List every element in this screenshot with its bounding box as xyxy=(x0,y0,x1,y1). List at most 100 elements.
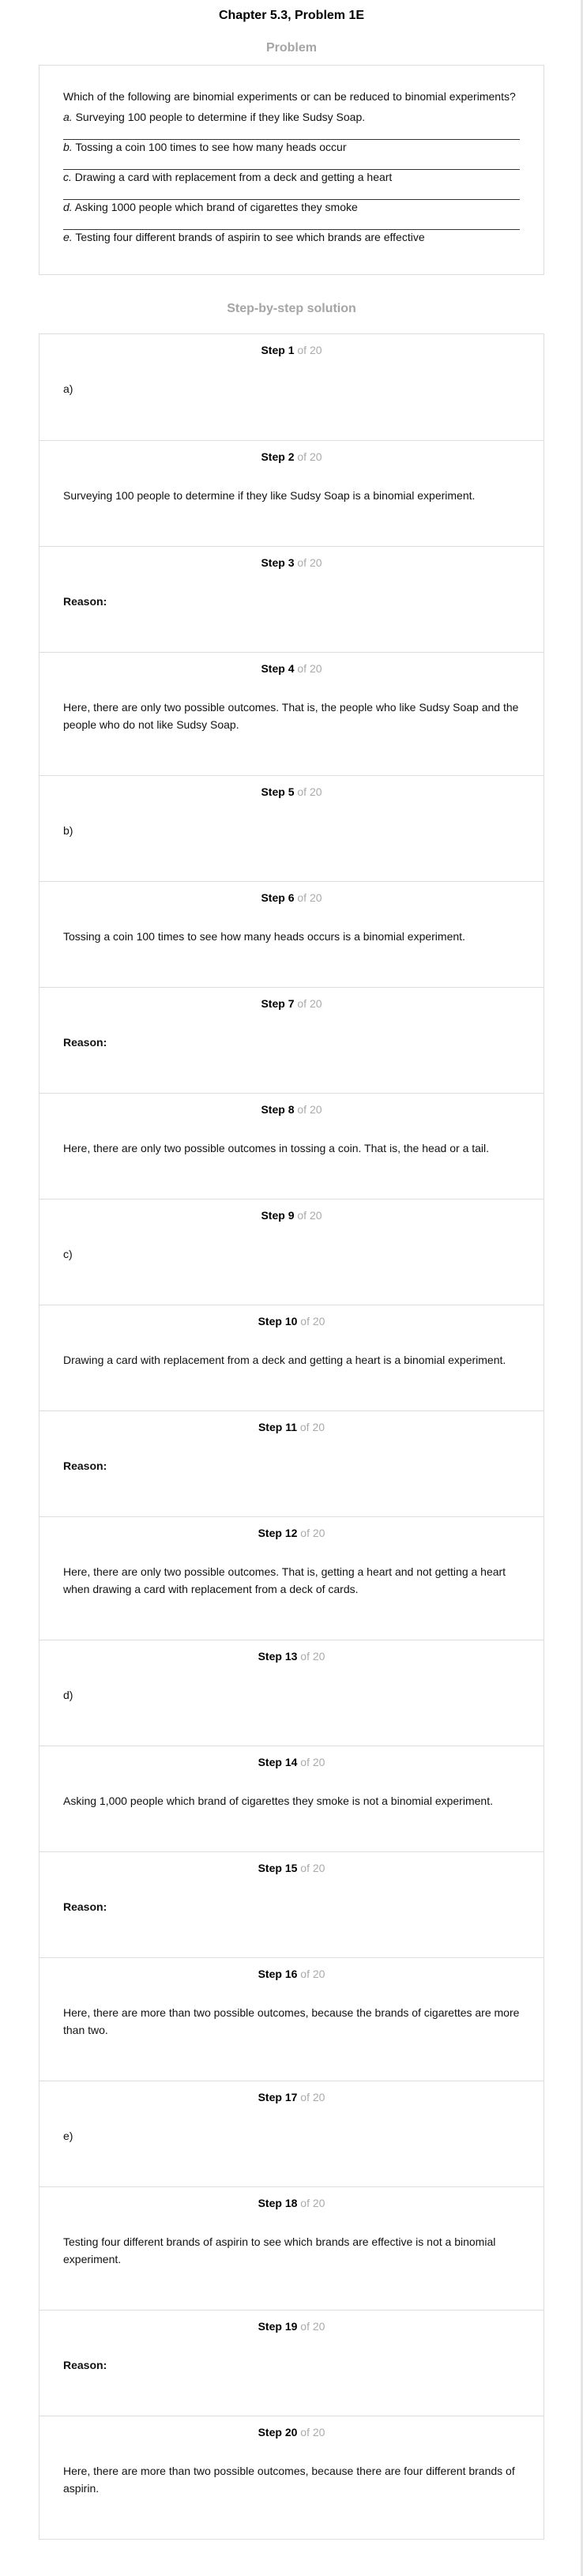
step-total: of 20 xyxy=(300,1756,325,1768)
step-total: of 20 xyxy=(297,1103,322,1116)
step-19: Step 19 of 20 Reason: xyxy=(39,2310,544,2416)
step-label: Step 20 xyxy=(258,2426,298,2439)
step-text: b) xyxy=(63,824,73,837)
option-text: Testing four different brands of aspirin… xyxy=(72,231,425,243)
step-text: Surveying 100 people to determine if the… xyxy=(63,489,476,502)
step-total: of 20 xyxy=(297,997,322,1010)
step-header: Step 1 of 20 xyxy=(63,344,520,360)
step-total: of 20 xyxy=(297,344,322,356)
solution-heading: Step-by-step solution xyxy=(227,302,356,315)
step-header: Step 19 of 20 xyxy=(63,2320,520,2336)
step-label: Step 9 xyxy=(261,1209,295,1222)
step-2: Step 2 of 20 Surveying 100 people to det… xyxy=(39,440,544,546)
step-text: Reason: xyxy=(63,595,107,608)
step-header: Step 7 of 20 xyxy=(63,997,520,1013)
step-label: Step 2 xyxy=(261,450,295,463)
page-title: Chapter 5.3, Problem 1E xyxy=(218,9,365,22)
step-header: Step 12 of 20 xyxy=(63,1527,520,1542)
step-header: Step 3 of 20 xyxy=(63,556,520,572)
step-label: Step 7 xyxy=(261,997,295,1010)
step-text: Here, there are only two possible outcom… xyxy=(63,1142,490,1154)
step-17: Step 17 of 20 e) xyxy=(39,2081,544,2186)
step-text: Here, there are more than two possible o… xyxy=(63,2465,515,2495)
step-total: of 20 xyxy=(297,556,322,569)
step-label: Step 18 xyxy=(258,2197,298,2209)
step-total: of 20 xyxy=(300,1315,325,1328)
step-header: Step 4 of 20 xyxy=(63,662,520,678)
step-8: Step 8 of 20 Here, there are only two po… xyxy=(39,1093,544,1199)
step-text: Reason: xyxy=(63,1459,107,1472)
problem-question: Which of the following are binomial expe… xyxy=(63,90,516,103)
step-text: Reason: xyxy=(63,1036,107,1049)
step-text: Here, there are only two possible outcom… xyxy=(63,1565,506,1595)
step-header: Step 5 of 20 xyxy=(63,785,520,801)
step-label: Step 8 xyxy=(261,1103,295,1116)
step-label: Step 11 xyxy=(258,1421,297,1433)
option-text: Asking 1000 people which brand of cigare… xyxy=(72,201,358,213)
step-13: Step 13 of 20 d) xyxy=(39,1640,544,1746)
option-a: a. Surveying 100 people to determine if … xyxy=(63,110,520,140)
option-letter: a. xyxy=(63,111,73,123)
step-header: Step 20 of 20 xyxy=(63,2426,520,2442)
step-header: Step 8 of 20 xyxy=(63,1103,520,1119)
step-header: Step 2 of 20 xyxy=(63,450,520,466)
step-total: of 20 xyxy=(300,2091,325,2103)
step-header: Step 16 of 20 xyxy=(63,1968,520,1983)
step-header: Step 18 of 20 xyxy=(63,2197,520,2213)
problem-heading: Problem xyxy=(265,41,317,55)
step-text: a) xyxy=(63,382,73,395)
step-label: Step 13 xyxy=(258,1650,298,1663)
step-header: Step 6 of 20 xyxy=(63,891,520,907)
steps-list: Step 1 of 20 a) Step 2 of 20 Surveying 1… xyxy=(39,333,544,2540)
step-total: of 20 xyxy=(300,2426,325,2439)
step-text: Here, there are only two possible outcom… xyxy=(63,701,519,731)
option-d: d. Asking 1000 people which brand of cig… xyxy=(63,200,520,230)
step-total: of 20 xyxy=(297,785,322,798)
step-label: Step 12 xyxy=(258,1527,298,1539)
step-text: Drawing a card with replacement from a d… xyxy=(63,1354,506,1366)
step-header: Step 15 of 20 xyxy=(63,1862,520,1877)
step-label: Step 17 xyxy=(258,2091,298,2103)
step-header: Step 17 of 20 xyxy=(63,2091,520,2107)
step-label: Step 15 xyxy=(258,1862,298,1874)
step-label: Step 1 xyxy=(261,344,295,356)
step-total: of 20 xyxy=(297,450,322,463)
step-header: Step 14 of 20 xyxy=(63,1756,520,1772)
option-text: Drawing a card with replacement from a d… xyxy=(71,171,393,183)
step-label: Step 3 xyxy=(261,556,295,569)
step-total: of 20 xyxy=(297,891,322,904)
step-16: Step 16 of 20 Here, there are more than … xyxy=(39,1957,544,2081)
option-text: Tossing a coin 100 times to see how many… xyxy=(72,141,347,153)
option-letter: e. xyxy=(63,231,73,243)
step-3: Step 3 of 20 Reason: xyxy=(39,546,544,652)
step-total: of 20 xyxy=(300,2197,325,2209)
step-14: Step 14 of 20 Asking 1,000 people which … xyxy=(39,1746,544,1851)
step-text: Reason: xyxy=(63,2359,107,2371)
step-10: Step 10 of 20 Drawing a card with replac… xyxy=(39,1305,544,1410)
step-label: Step 16 xyxy=(258,1968,298,1980)
step-label: Step 14 xyxy=(258,1756,298,1768)
step-1: Step 1 of 20 a) xyxy=(39,334,544,440)
step-4: Step 4 of 20 Here, there are only two po… xyxy=(39,652,544,775)
step-20: Step 20 of 20 Here, there are more than … xyxy=(39,2416,544,2539)
step-6: Step 6 of 20 Tossing a coin 100 times to… xyxy=(39,881,544,987)
step-total: of 20 xyxy=(300,1650,325,1663)
step-text: Reason: xyxy=(63,1900,107,1913)
step-9: Step 9 of 20 c) xyxy=(39,1199,544,1305)
step-18: Step 18 of 20 Testing four different bra… xyxy=(39,2186,544,2310)
step-total: of 20 xyxy=(297,662,322,675)
step-label: Step 4 xyxy=(261,662,295,675)
step-7: Step 7 of 20 Reason: xyxy=(39,987,544,1093)
step-total: of 20 xyxy=(300,1527,325,1539)
step-header: Step 13 of 20 xyxy=(63,1650,520,1666)
step-total: of 20 xyxy=(297,1209,322,1222)
step-label: Step 6 xyxy=(261,891,295,904)
step-text: e) xyxy=(63,2130,73,2142)
step-total: of 20 xyxy=(299,1421,325,1433)
step-header: Step 11 of 20 xyxy=(63,1421,520,1437)
step-total: of 20 xyxy=(300,1862,325,1874)
step-text: Tossing a coin 100 times to see how many… xyxy=(63,930,465,943)
option-text: Surveying 100 people to determine if the… xyxy=(72,111,366,123)
step-12: Step 12 of 20 Here, there are only two p… xyxy=(39,1516,544,1640)
step-label: Step 10 xyxy=(258,1315,298,1328)
